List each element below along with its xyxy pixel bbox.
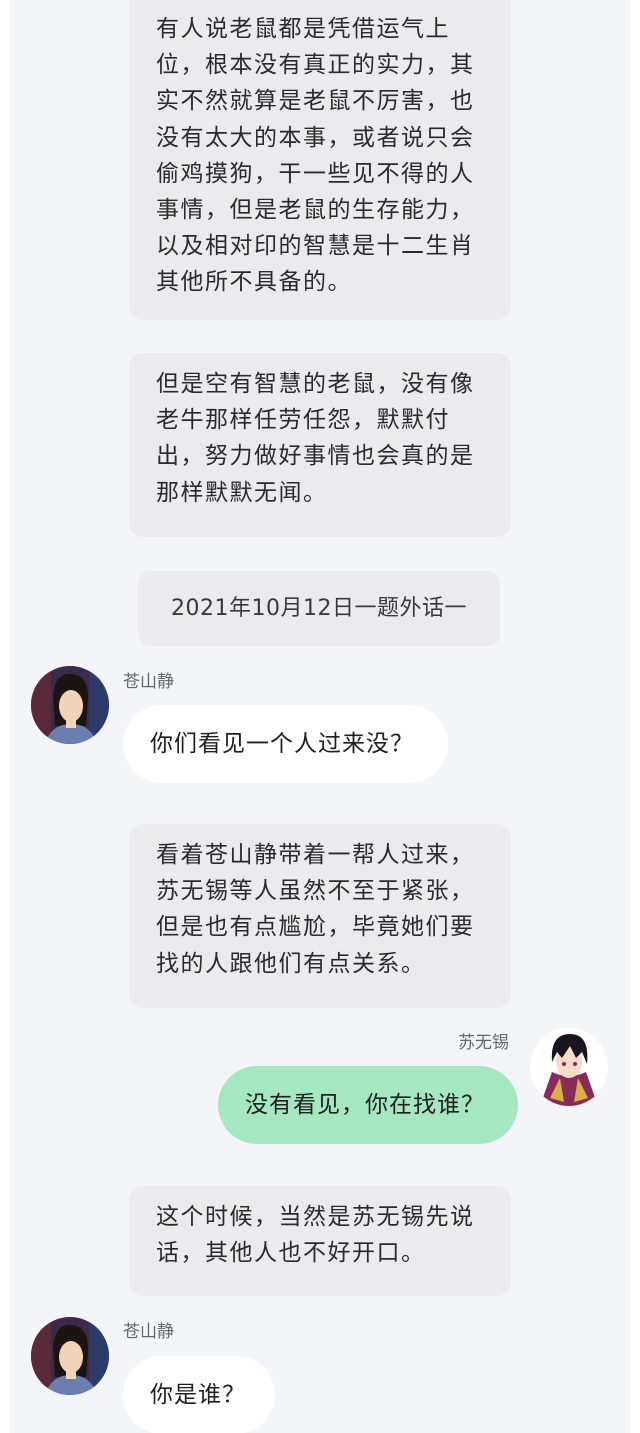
speaker-name: 苏无锡 (458, 1033, 509, 1053)
narration-card: 但是空有智慧的老鼠，没有像 老牛那样任劳任怨，默默付 出，努力做好事情也会真的是… (129, 353, 511, 537)
character-portrait-icon (530, 1028, 608, 1106)
narration-card: 有人说老鼠都是凭借运气上 位，根本没有真正的实力，其 实不然就算是老鼠不厉害，也… (129, 0, 511, 320)
speaker-name: 苍山静 (123, 1322, 174, 1342)
narration-card: 看着苍山静带着一帮人过来， 苏无锡等人虽然不至于紧张， 但是也有点尴尬，毕竟她们… (129, 824, 511, 1008)
avatar-cangshanjing[interactable] (31, 1317, 109, 1395)
message-bubble-incoming[interactable]: 你们看见一个人过来没？ (123, 705, 448, 783)
narration-card: 这个时候，当然是苏无锡先说 话，其他人也不好开口。 (129, 1186, 511, 1296)
avatar-suwuxi[interactable] (530, 1028, 608, 1106)
message-bubble-outgoing[interactable]: 没有看见，你在找谁？ (218, 1066, 518, 1144)
speaker-name: 苍山静 (123, 672, 174, 692)
character-portrait-icon (31, 666, 109, 744)
date-divider: 2021年10月12日一题外话一 (138, 571, 500, 646)
avatar-cangshanjing[interactable] (31, 666, 109, 744)
character-portrait-icon (31, 1317, 109, 1395)
message-bubble-incoming[interactable]: 你是谁？ (123, 1356, 275, 1433)
chat-screen: 有人说老鼠都是凭借运气上 位，根本没有真正的实力，其 实不然就算是老鼠不厉害，也… (10, 0, 630, 1433)
